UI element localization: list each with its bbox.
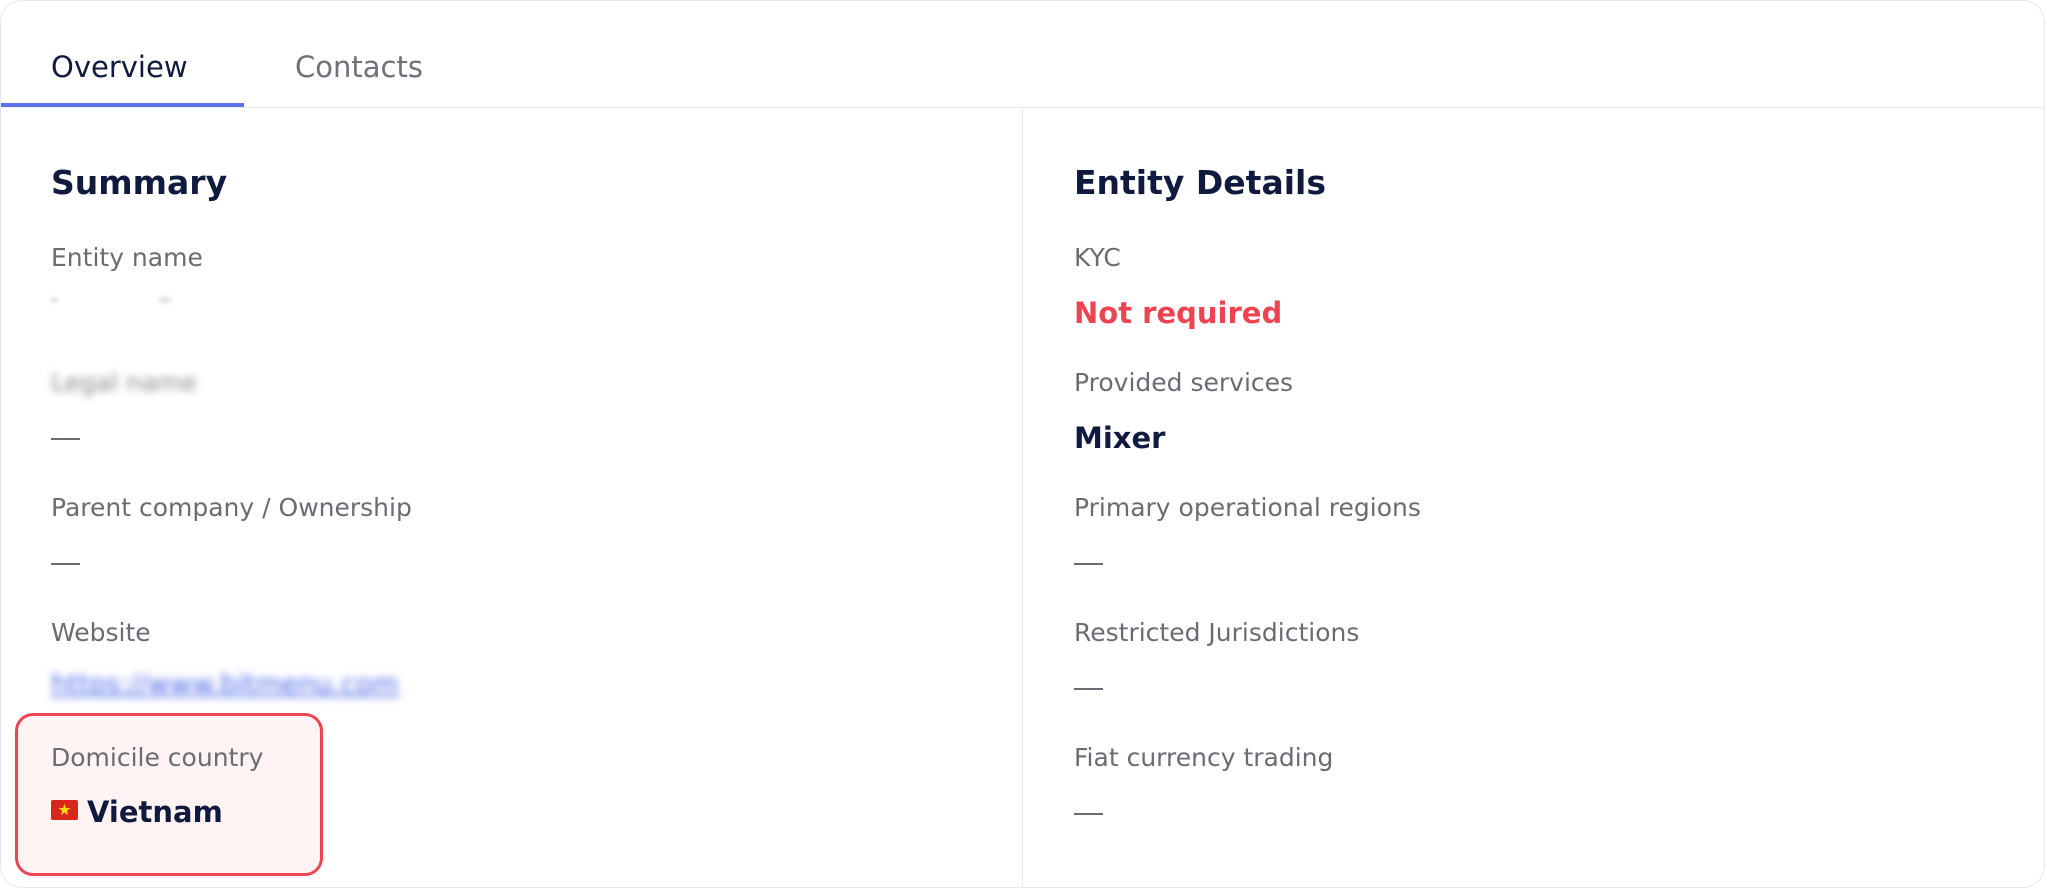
legal-name-value [51,438,80,440]
summary-title: Summary [51,163,228,202]
entity-name-label: Entity name [51,243,203,272]
tab-bar: Overview Contacts [1,1,2044,108]
column-divider [1022,108,1023,887]
operational-regions-value [1074,563,1103,565]
legal-name-label: Legal name [51,368,197,397]
operational-regions-label: Primary operational regions [1074,493,1421,522]
fiat-trading-value [1074,813,1103,815]
active-tab-indicator [1,103,244,107]
fiat-trading-label: Fiat currency trading [1074,743,1334,772]
parent-company-label: Parent company / Ownership [51,493,412,522]
entity-details-title: Entity Details [1074,163,1326,202]
vietnam-flag-icon [51,800,78,820]
entity-profile-card: Overview Contacts Summary Entity name Le… [0,0,2045,888]
tab-contacts[interactable]: Contacts [295,47,423,87]
website-link[interactable]: https://www.bitmenu.com [51,667,399,703]
domicile-country-value: Vietnam [87,795,223,829]
restricted-jurisdictions-label: Restricted Jurisdictions [1074,618,1360,647]
parent-company-value [51,563,80,565]
kyc-label: KYC [1074,243,1121,272]
provided-services-label: Provided services [1074,368,1294,397]
entity-name-value [51,298,171,302]
provided-services-value: Mixer [1074,421,1166,455]
kyc-value: Not required [1074,296,1283,330]
website-label: Website [51,618,151,647]
restricted-jurisdictions-value [1074,688,1103,690]
domicile-country-label: Domicile country [51,743,264,772]
tab-overview[interactable]: Overview [51,47,188,87]
